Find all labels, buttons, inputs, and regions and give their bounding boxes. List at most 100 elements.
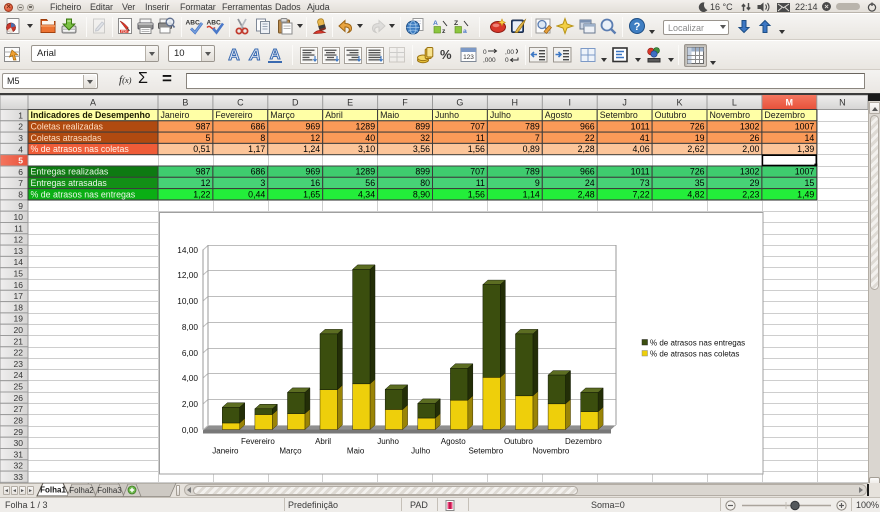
- svg-text:1011: 1011: [631, 167, 650, 177]
- svg-text:Junho: Junho: [435, 110, 459, 120]
- svg-text:24: 24: [585, 178, 595, 188]
- svg-text:966: 966: [580, 167, 595, 177]
- svg-text:12,00: 12,00: [177, 270, 198, 280]
- svg-text:1007: 1007: [795, 122, 815, 132]
- svg-text:,000: ,000: [483, 57, 496, 63]
- svg-text:17: 17: [14, 291, 24, 301]
- svg-text:20: 20: [14, 325, 24, 335]
- svg-text:32: 32: [14, 461, 24, 471]
- svg-text:Fevereiro: Fevereiro: [215, 110, 252, 120]
- svg-text:A: A: [90, 98, 96, 108]
- svg-text:16: 16: [14, 280, 24, 290]
- svg-text:Fevereiro: Fevereiro: [241, 437, 275, 446]
- svg-text:2,48: 2,48: [578, 189, 595, 199]
- svg-text:Junho: Junho: [377, 437, 399, 446]
- svg-text:Agosto: Agosto: [441, 437, 466, 446]
- svg-text:Outubro: Outubro: [504, 437, 533, 446]
- svg-text:% de atrasos nas coletas: % de atrasos nas coletas: [31, 144, 130, 154]
- svg-text:1,24: 1,24: [303, 144, 320, 154]
- svg-text:1,39: 1,39: [797, 144, 814, 154]
- svg-text:22: 22: [585, 133, 595, 143]
- svg-text:16: 16: [310, 178, 320, 188]
- svg-text:z: z: [442, 28, 446, 35]
- svg-text:% de atrasos nas entregas: % de atrasos nas entregas: [650, 338, 745, 347]
- svg-text:2: 2: [18, 122, 23, 132]
- svg-text:25: 25: [14, 382, 24, 392]
- svg-text:11: 11: [14, 223, 23, 233]
- svg-text:0,89: 0,89: [523, 144, 540, 154]
- svg-text:4,06: 4,06: [632, 144, 649, 154]
- svg-text:Agosto: Agosto: [545, 110, 572, 120]
- svg-text:1,65: 1,65: [303, 189, 320, 199]
- svg-text:?: ?: [634, 21, 641, 33]
- svg-text:Outubro: Outubro: [655, 110, 687, 120]
- svg-text:26: 26: [750, 133, 760, 143]
- svg-text:I: I: [569, 98, 572, 108]
- svg-text:15: 15: [14, 269, 24, 279]
- svg-text:15: 15: [805, 178, 815, 188]
- svg-text:% de atrasos nas coletas: % de atrasos nas coletas: [650, 349, 739, 358]
- svg-text:28: 28: [14, 415, 24, 425]
- svg-text:ABC: ABC: [186, 20, 201, 27]
- svg-text:726: 726: [690, 167, 705, 177]
- svg-text:Folha2: Folha2: [69, 486, 94, 495]
- svg-text:1007: 1007: [795, 167, 815, 177]
- svg-text:3: 3: [260, 178, 265, 188]
- svg-text:N: N: [839, 98, 846, 108]
- svg-text:0,51: 0,51: [193, 144, 210, 154]
- svg-text:D: D: [292, 98, 299, 108]
- svg-text:686: 686: [251, 122, 266, 132]
- svg-text:7,22: 7,22: [632, 189, 649, 199]
- svg-text:707: 707: [470, 167, 485, 177]
- svg-text:4,82: 4,82: [687, 189, 704, 199]
- svg-text:1,56: 1,56: [468, 144, 485, 154]
- svg-text:19: 19: [14, 314, 24, 324]
- svg-text:M: M: [786, 98, 794, 108]
- svg-text:0,44: 0,44: [248, 189, 265, 199]
- svg-text:35: 35: [695, 178, 705, 188]
- svg-text:8,00: 8,00: [182, 322, 199, 332]
- svg-text:Entregas atrasadas: Entregas atrasadas: [31, 178, 108, 188]
- svg-text:0,00: 0,00: [182, 425, 199, 435]
- svg-text:Abril: Abril: [325, 110, 343, 120]
- svg-text:A: A: [433, 20, 438, 27]
- svg-text:3,10: 3,10: [358, 144, 375, 154]
- svg-text:1289: 1289: [356, 167, 376, 177]
- svg-text:Dezembro: Dezembro: [764, 110, 805, 120]
- svg-text:1,22: 1,22: [193, 189, 210, 199]
- svg-text:31: 31: [14, 449, 24, 459]
- svg-text:ABC: ABC: [207, 20, 222, 27]
- svg-text:A: A: [228, 47, 240, 64]
- svg-text:5: 5: [205, 133, 210, 143]
- svg-text:PDF: PDF: [121, 30, 128, 34]
- svg-text:969: 969: [306, 122, 321, 132]
- svg-text:14: 14: [805, 133, 815, 143]
- svg-text:H: H: [512, 98, 519, 108]
- svg-text:21: 21: [14, 336, 24, 346]
- svg-text:8,90: 8,90: [413, 189, 430, 199]
- svg-text:Folha1: Folha1: [40, 486, 66, 495]
- svg-text:Coletas realizadas: Coletas realizadas: [31, 122, 104, 132]
- svg-text:789: 789: [525, 122, 540, 132]
- svg-text:987: 987: [196, 122, 211, 132]
- svg-text:0: 0: [505, 57, 509, 63]
- svg-text:2,00: 2,00: [182, 399, 199, 409]
- svg-text:6: 6: [18, 167, 23, 177]
- svg-text:14: 14: [14, 257, 24, 267]
- svg-text:Março: Março: [270, 110, 295, 120]
- svg-text:7: 7: [535, 133, 540, 143]
- svg-text:1302: 1302: [740, 122, 760, 132]
- svg-text:3,56: 3,56: [413, 144, 430, 154]
- svg-text:13: 13: [14, 246, 24, 256]
- svg-text:Janeiro: Janeiro: [212, 447, 239, 456]
- svg-text:726: 726: [690, 122, 705, 132]
- svg-text:2,62: 2,62: [687, 144, 704, 154]
- svg-text:56: 56: [365, 178, 375, 188]
- svg-text:26: 26: [14, 393, 24, 403]
- svg-text:Julho: Julho: [490, 110, 511, 120]
- svg-text:6,00: 6,00: [182, 348, 199, 358]
- svg-text:% de atrasos nas entregas: % de atrasos nas entregas: [31, 189, 136, 199]
- svg-text:Maio: Maio: [380, 110, 399, 120]
- svg-text:Maio: Maio: [347, 447, 365, 456]
- svg-text:4,34: 4,34: [358, 189, 375, 199]
